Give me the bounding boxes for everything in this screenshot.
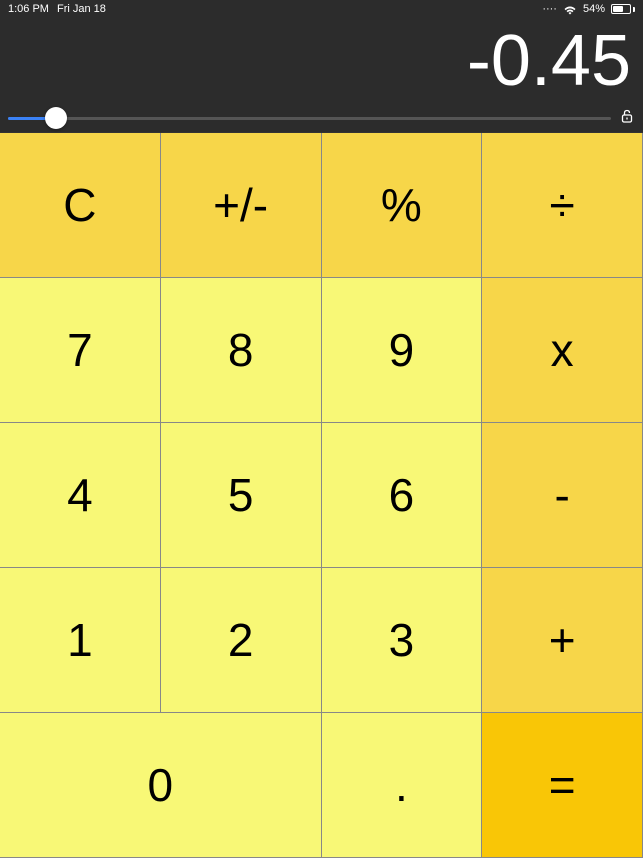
cellular-icon: ····: [542, 3, 557, 15]
divide-button[interactable]: ÷: [482, 133, 643, 278]
clear-button[interactable]: C: [0, 133, 161, 278]
digit-9-button[interactable]: 9: [322, 278, 483, 423]
wifi-icon: [563, 4, 577, 15]
add-button[interactable]: +: [482, 568, 643, 713]
status-date: Fri Jan 18: [57, 3, 106, 15]
equals-button[interactable]: =: [482, 713, 643, 858]
digit-1-button[interactable]: 1: [0, 568, 161, 713]
percent-button[interactable]: %: [322, 133, 483, 278]
digit-2-button[interactable]: 2: [161, 568, 322, 713]
digit-3-button[interactable]: 3: [322, 568, 483, 713]
history-slider[interactable]: [8, 117, 611, 120]
calculator-display: -0.45: [0, 18, 643, 104]
slider-row: [0, 104, 643, 132]
battery-percent: 54%: [583, 3, 605, 15]
status-bar: 1:06 PM Fri Jan 18 ···· 54%: [0, 0, 643, 18]
battery-icon: [611, 4, 635, 14]
unlock-icon[interactable]: [619, 108, 635, 129]
digit-7-button[interactable]: 7: [0, 278, 161, 423]
digit-4-button[interactable]: 4: [0, 423, 161, 568]
slider-thumb[interactable]: [45, 107, 67, 129]
digit-0-button[interactable]: 0: [0, 713, 322, 858]
digit-5-button[interactable]: 5: [161, 423, 322, 568]
display-value: -0.45: [467, 20, 631, 102]
sign-button[interactable]: +/-: [161, 133, 322, 278]
digit-6-button[interactable]: 6: [322, 423, 483, 568]
digit-8-button[interactable]: 8: [161, 278, 322, 423]
multiply-button[interactable]: x: [482, 278, 643, 423]
keypad: C +/- % ÷ 7 8 9 x 4 5 6 - 1 2 3 + 0 . =: [0, 132, 643, 858]
subtract-button[interactable]: -: [482, 423, 643, 568]
status-time: 1:06 PM: [8, 3, 49, 15]
decimal-button[interactable]: .: [322, 713, 483, 858]
